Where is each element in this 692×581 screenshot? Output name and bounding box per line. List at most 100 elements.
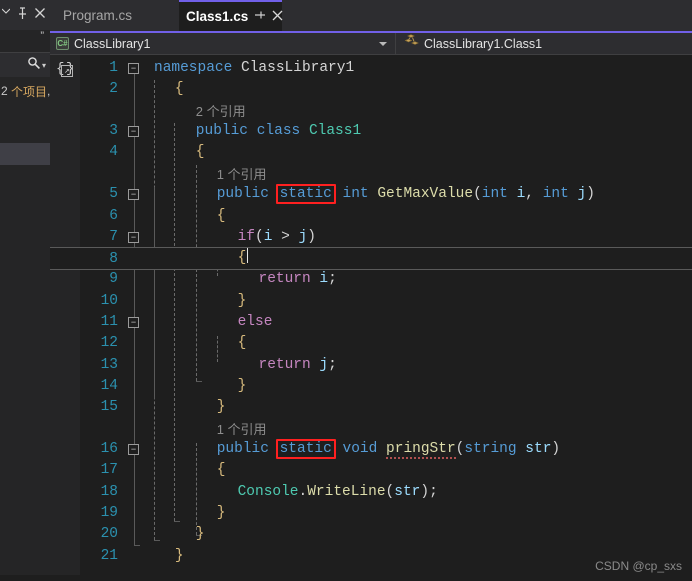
token: public [195,123,249,140]
token: ClassLibrary1 [241,60,355,76]
line-number: 11 [100,314,118,330]
token: WriteLine [307,483,386,500]
codelens-row[interactable]: 2 个引用 [50,101,692,122]
line-number: 3 [109,123,118,140]
chevron-down-icon[interactable] [379,41,387,46]
token: } [195,526,205,543]
token: ) [307,228,316,245]
fold-minus-icon[interactable]: − [128,126,139,138]
codelens-count[interactable]: 2 个引用 [196,104,246,119]
token: j [577,186,587,203]
search-dropdown-caret[interactable]: ▾ [42,61,46,70]
code-line-row[interactable]: 16− public static void pringStr(string st… [50,439,692,460]
close-icon[interactable] [272,10,283,24]
navigation-bar: C# ClassLibrary1 ClassLibrary1.Class1 [50,32,692,55]
pin-icon[interactable] [15,7,30,23]
line-number: 4 [109,144,118,161]
code-line-row[interactable]: 15} [50,397,692,418]
line-number: 2 [109,81,118,98]
token: if [237,228,255,245]
class-icon [404,34,419,53]
pin-icon[interactable] [254,9,266,24]
chevron-down-icon[interactable] [2,7,10,15]
token: ( [255,228,264,245]
token: > [272,228,299,245]
code-line-row[interactable]: 7− if(i > j) [50,227,692,248]
quote-mark: ” [40,30,44,42]
code-line-row[interactable]: 18 Console.WriteLine(str); [50,482,692,503]
tab-class1-cs[interactable]: Class1.cs [179,0,283,31]
search-box[interactable]: ▾ [0,53,50,77]
code-line-row[interactable]: 10} [50,291,692,312]
token: { [216,207,226,224]
codelens-count[interactable]: 1 个引用 [217,167,267,182]
search-icon[interactable] [27,56,41,75]
token: ; [429,483,438,500]
code-line-row[interactable]: 2{ [50,79,692,100]
code-line-row[interactable]: 14} [50,376,692,397]
code-text: else [238,312,273,333]
line-number: 20 [100,526,118,543]
fold-minus-icon[interactable]: − [128,317,139,328]
code-line-row[interactable]: 20} [50,524,692,545]
error-squiggle-token: pringStr [386,441,456,459]
fold-minus-icon[interactable]: − [128,63,139,74]
close-icon[interactable] [32,7,47,23]
member-dropdown[interactable]: ClassLibrary1.Class1 [395,32,692,55]
token: ; [328,271,337,288]
token: int [342,186,369,203]
code-line-row[interactable]: 1− namespace ClassLibrary1 [50,58,692,79]
code-line-row[interactable]: 4{ [50,142,692,163]
fold-minus-icon[interactable]: − [128,189,139,201]
code-line-row[interactable]: 19} [50,503,692,524]
token: } [174,547,184,564]
code-line-row[interactable]: 3− public class Class1 [50,121,692,142]
token: { [195,144,205,161]
token: { [216,462,226,479]
code-line-row[interactable]: 12 { [50,333,692,354]
code-line-row[interactable]: 9 return i; [50,269,692,290]
token: class [256,123,301,140]
code-lines-container[interactable]: 1− namespace ClassLibrary1 2{2 个引用 3− public… [50,55,692,581]
project-label: ClassLibrary1 [74,36,151,51]
code-line-row[interactable]: 17 { [50,460,692,481]
token: j [298,228,308,245]
dock-selected-row[interactable] [0,143,50,165]
fold-minus-icon[interactable]: − [128,444,139,455]
item-count-label: 2 个项目 , [0,78,50,104]
code-text: { [217,460,226,481]
code-text: { [238,333,247,354]
code-line-row[interactable]: 6{ [50,206,692,227]
left-dock-panel: ” ▾ 2 个项目 , [0,0,50,581]
codelens-row[interactable]: 1 个引用 [50,164,692,185]
line-number: 13 [100,356,118,373]
line-number: 21 [100,547,118,564]
token: str [525,441,552,457]
code-text: } [196,524,205,545]
token: } [216,399,226,416]
text-cursor [247,248,249,264]
code-line-row[interactable]: 13 return j; [50,355,692,376]
bottom-edge [0,575,692,581]
line-number: 15 [100,399,118,416]
token: { [174,81,184,98]
project-dropdown[interactable]: C# ClassLibrary1 [50,33,395,55]
codelens-count[interactable]: 1 个引用 [217,422,267,437]
token: void [342,441,378,457]
token: , [525,186,543,203]
visual-studio-window: ” ▾ 2 个项目 , Program.cs Class1.cs C# Clas… [0,0,692,581]
fold-minus-icon[interactable]: − [128,231,139,243]
tab-program-cs[interactable]: Program.cs [53,0,175,31]
code-text: { [238,248,249,269]
token: ; [328,356,337,373]
token: ( [385,483,395,500]
code-line-row[interactable]: 5− public static int GetMaxValue(int i, i… [50,184,692,205]
code-editor[interactable]: {} ↗ 1− namespace ClassLibrary1 2 {2 个引… [50,55,692,581]
csharp-file-icon: C# [56,37,69,50]
code-line-row[interactable]: 8{ [50,247,692,271]
code-line-row[interactable]: 11− else [50,312,692,333]
line-number: 9 [109,271,118,288]
codelens-row[interactable]: 1 个引用 [50,419,692,440]
